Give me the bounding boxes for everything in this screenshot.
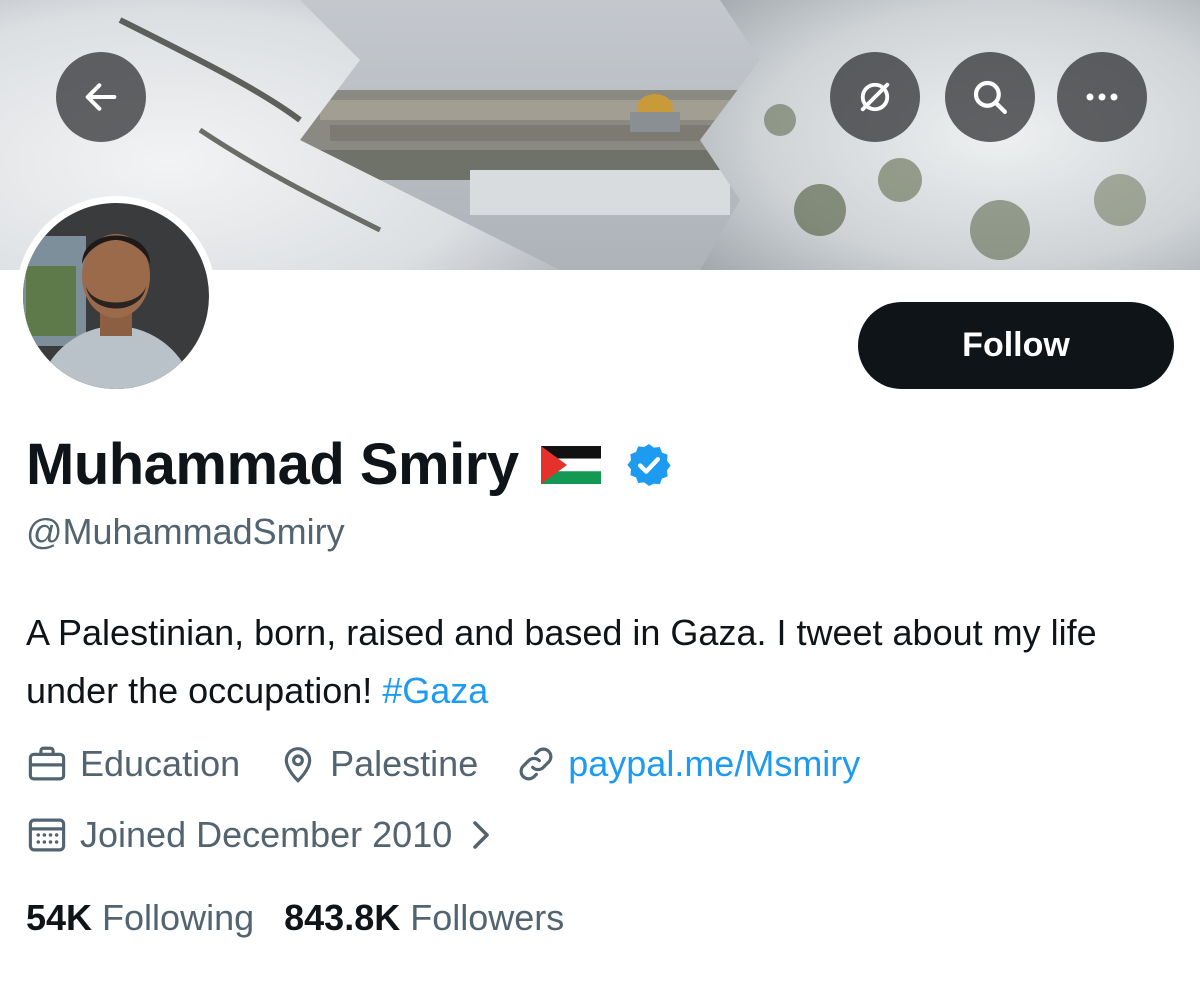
name-row: Muhammad Smiry <box>26 425 673 505</box>
palestine-flag-icon <box>540 446 601 484</box>
followers-count: 843.8K <box>284 897 401 938</box>
calendar-icon <box>28 818 66 852</box>
profile-bio: A Palestinian, born, raised and based in… <box>26 604 1176 720</box>
following-label: Following <box>102 897 255 938</box>
link-icon <box>519 747 553 781</box>
following-count: 54K <box>26 897 93 938</box>
grok-button[interactable] <box>830 52 920 142</box>
profile-stats: 54K Following 843.8K Followers <box>26 893 594 943</box>
follow-button[interactable]: Follow <box>858 302 1174 389</box>
bio-text: A Palestinian, born, raised and based in… <box>26 612 1097 711</box>
profile-page: Follow Muhammad Smiry @MuhammadSmiry A P… <box>0 0 1200 989</box>
profile-website-link[interactable]: paypal.me/Msmiry <box>568 743 860 785</box>
briefcase-icon <box>28 746 66 781</box>
arrow-left-icon <box>85 83 117 111</box>
search-icon <box>973 80 1007 114</box>
profile-meta-row: Education Palestine paypal.me/Msmiry <box>26 739 898 789</box>
followers-stat[interactable]: 843.8K Followers <box>284 897 564 939</box>
search-button[interactable] <box>945 52 1035 142</box>
grok-icon <box>860 82 890 112</box>
more-options-button[interactable] <box>1057 52 1147 142</box>
verified-badge-icon[interactable] <box>625 441 673 489</box>
following-stat[interactable]: 54K Following <box>26 897 254 939</box>
profile-handle: @MuhammadSmiry <box>26 511 345 552</box>
chevron-right-icon <box>473 821 490 849</box>
profile-website[interactable]: paypal.me/Msmiry <box>516 743 860 785</box>
profile-category-label: Education <box>80 743 241 784</box>
display-name: Muhammad Smiry <box>26 432 519 497</box>
profile-joined-row[interactable]: Joined December 2010 <box>26 810 534 860</box>
more-horizontal-icon <box>1086 93 1118 101</box>
profile-joined-label: Joined December 2010 <box>80 814 453 855</box>
back-button[interactable] <box>56 52 146 142</box>
profile-location: Palestine <box>278 743 478 785</box>
followers-label: Followers <box>410 897 565 938</box>
profile-joined[interactable]: Joined December 2010 <box>26 814 496 856</box>
avatar-photo <box>23 203 209 389</box>
location-pin-icon <box>284 747 312 783</box>
profile-category: Education <box>26 743 240 785</box>
profile-location-label: Palestine <box>330 743 479 784</box>
avatar[interactable] <box>16 196 216 396</box>
bio-hashtag-link[interactable]: #Gaza <box>382 670 488 711</box>
